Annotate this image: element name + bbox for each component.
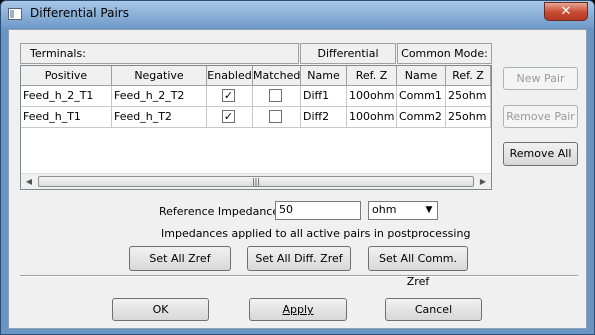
comm-ref-z-cell[interactable]: 25ohm: [446, 107, 491, 128]
pairs-grid[interactable]: Positive Negative Enabled Matched Name R…: [20, 65, 492, 190]
remove-all-button[interactable]: Remove All: [503, 142, 578, 166]
positive-cell[interactable]: Feed_h_T1: [21, 107, 112, 128]
enabled-cell: ✓: [207, 107, 253, 128]
scroll-left-icon[interactable]: ◀: [21, 174, 37, 189]
cancel-button[interactable]: Cancel: [385, 298, 482, 321]
enabled-checkbox[interactable]: ✓: [222, 110, 235, 123]
matched-cell: [253, 107, 301, 128]
close-button[interactable]: ✕: [544, 2, 588, 21]
column-header-negative[interactable]: Negative: [112, 66, 207, 86]
differential-mode-header: Differential Mode:: [300, 43, 396, 79]
negative-cell[interactable]: Feed_h_2_T2: [112, 86, 207, 107]
column-header-enabled[interactable]: Enabled: [207, 66, 253, 86]
column-header-diff-name[interactable]: Name: [301, 66, 347, 86]
column-header-positive[interactable]: Positive: [21, 66, 112, 86]
remove-pair-button[interactable]: Remove Pair: [503, 105, 578, 128]
impedance-note: Impedances applied to all active pairs i…: [161, 227, 471, 240]
dialog-body: Terminals: Differential Mode: Common Mod…: [8, 29, 587, 329]
negative-cell[interactable]: Feed_h_T2: [112, 107, 207, 128]
comm-name-cell[interactable]: Comm2: [397, 107, 446, 128]
unit-selected-value: ohm: [372, 203, 397, 216]
title-bar[interactable]: Differential Pairs ✕: [1, 1, 594, 28]
window-icon: [8, 8, 22, 20]
matched-cell: [253, 86, 301, 107]
diff-ref-z-cell[interactable]: 100ohm: [347, 86, 397, 107]
matched-checkbox[interactable]: [269, 89, 282, 102]
column-header-matched[interactable]: Matched: [253, 66, 301, 86]
column-header-comm-name[interactable]: Name: [397, 66, 446, 86]
reference-impedance-input[interactable]: 50: [275, 201, 361, 220]
enabled-cell: ✓: [207, 86, 253, 107]
scroll-thumb[interactable]: |||: [38, 176, 474, 187]
diff-name-cell[interactable]: Diff1: [301, 86, 347, 107]
common-mode-header: Common Mode:: [397, 43, 492, 64]
positive-cell[interactable]: Feed_h_2_T1: [21, 86, 112, 107]
unit-dropdown[interactable]: ohm ▼: [368, 201, 438, 220]
enabled-checkbox[interactable]: ✓: [222, 89, 235, 102]
set-all-comm-zref-button[interactable]: Set All Comm. Zref: [368, 246, 468, 288]
diff-ref-z-cell[interactable]: 100ohm: [347, 107, 397, 128]
matched-checkbox[interactable]: [269, 110, 282, 123]
horizontal-scrollbar[interactable]: ◀ ||| ▶: [21, 173, 491, 189]
window-title: Differential Pairs: [30, 6, 129, 20]
new-pair-button[interactable]: New Pair: [503, 67, 578, 90]
differential-pairs-dialog: Differential Pairs ✕ Terminals: Differen…: [0, 0, 595, 335]
set-all-diff-zref-button[interactable]: Set All Diff. Zref: [247, 246, 351, 271]
set-all-zref-button[interactable]: Set All Zref: [129, 246, 231, 271]
comm-ref-z-cell[interactable]: 25ohm: [446, 86, 491, 107]
diff-name-cell[interactable]: Diff2: [301, 107, 347, 128]
apply-button[interactable]: Apply: [249, 298, 347, 321]
chevron-down-icon[interactable]: ▼: [421, 202, 437, 218]
ok-button[interactable]: OK: [112, 298, 209, 321]
scroll-right-icon[interactable]: ▶: [475, 174, 491, 189]
reference-impedance-label: Reference Impedance:: [159, 205, 283, 218]
column-header-diff-ref-z[interactable]: Ref. Z: [347, 66, 397, 86]
column-header-comm-ref-z[interactable]: Ref. Z: [446, 66, 491, 86]
comm-name-cell[interactable]: Comm1: [397, 86, 446, 107]
footer-separator: [20, 275, 578, 277]
terminals-header: Terminals:: [20, 43, 299, 64]
